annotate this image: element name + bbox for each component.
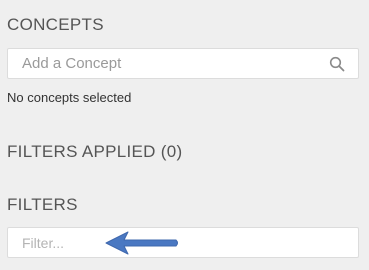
concepts-heading: CONCEPTS	[7, 15, 104, 34]
search-icon[interactable]	[329, 56, 345, 72]
concept-search-input[interactable]	[8, 49, 358, 78]
concepts-filters-panel: CONCEPTS No concepts selected FILTERS AP…	[0, 0, 369, 270]
concept-search-box[interactable]	[7, 48, 359, 79]
filters-heading: FILTERS	[7, 195, 78, 214]
filter-input[interactable]	[8, 228, 358, 257]
filter-box[interactable]	[7, 227, 359, 258]
filters-applied-heading[interactable]: FILTERS APPLIED (0)	[7, 142, 182, 162]
arrow-left-icon	[105, 231, 178, 255]
concepts-status-text: No concepts selected	[7, 90, 132, 105]
